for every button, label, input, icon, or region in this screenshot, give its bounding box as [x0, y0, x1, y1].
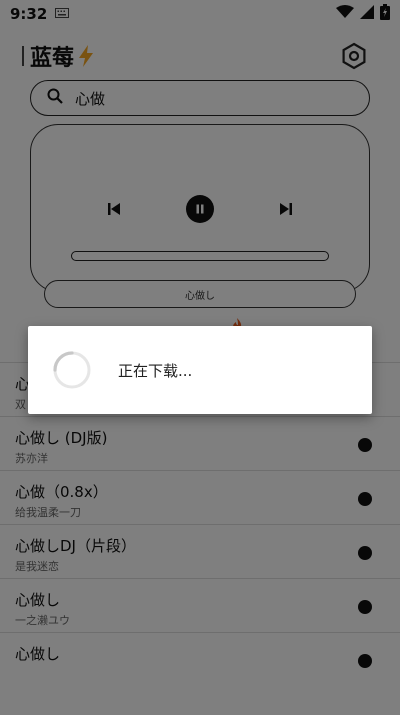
- loading-spinner-icon: [52, 350, 92, 390]
- download-progress-dialog: 正在下载...: [28, 326, 372, 414]
- dialog-message: 正在下载...: [118, 361, 193, 380]
